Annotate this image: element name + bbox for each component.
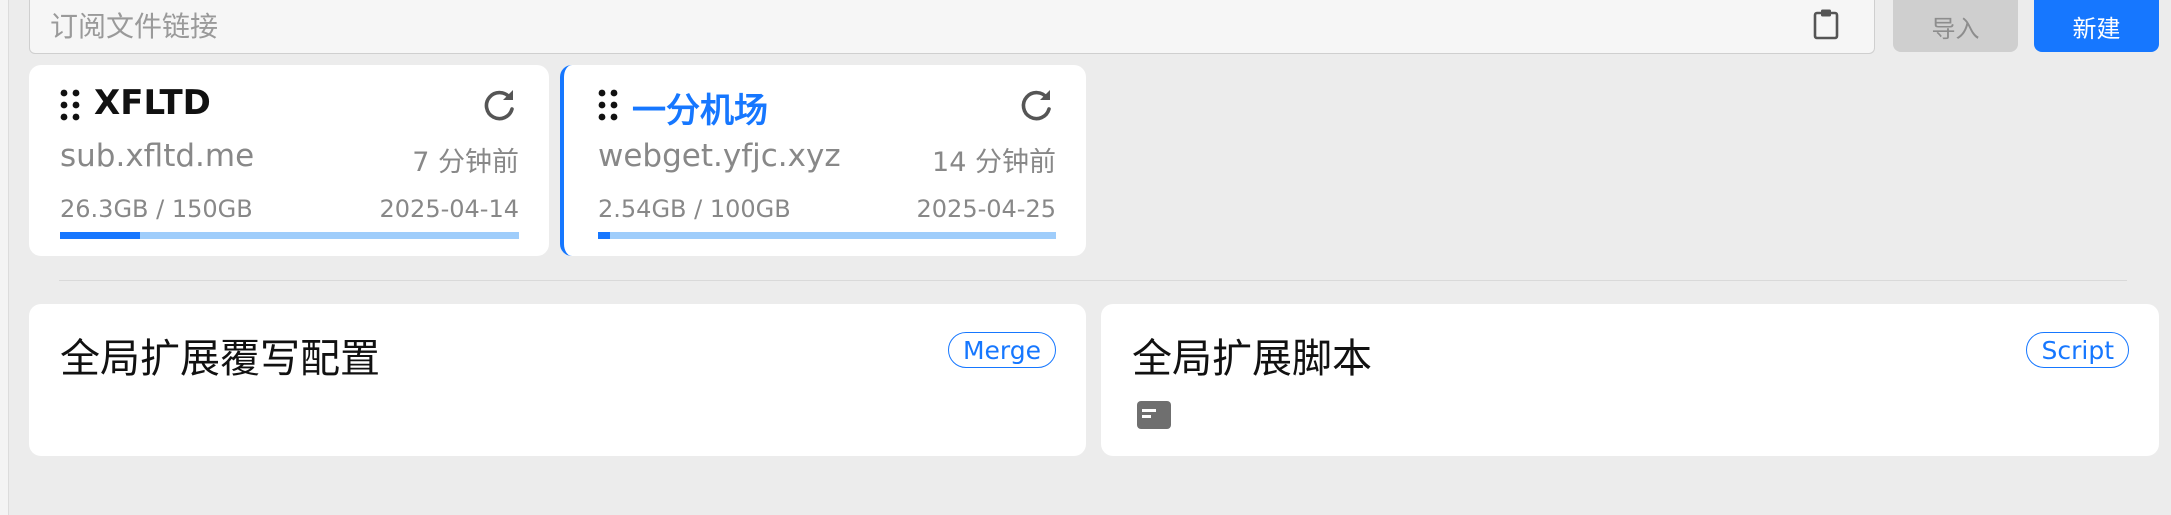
profile-card-xfltd[interactable]: XFLTD sub.xfltd.me 7 分钟前 26.3GB / 150GB … [29,65,549,256]
global-merge-card[interactable]: 全局扩展覆写配置 Merge [29,304,1086,456]
profile-expire-date: 2025-04-25 [916,195,1056,223]
usage-progress-fill [60,232,141,239]
usage-progress-bar [598,232,1056,239]
profile-updated-time: 14 分钟前 [932,147,1056,178]
profile-usage: 26.3GB / 150GB [60,195,253,223]
profile-name: XFLTD [94,83,211,123]
profile-host: webget.yfjc.xyz [598,138,841,174]
subscription-url-input[interactable] [48,0,1812,52]
usage-progress-fill [598,232,610,239]
global-merge-title: 全局扩展覆写配置 [60,336,380,382]
profile-usage: 2.54GB / 100GB [598,195,791,223]
subscription-url-field[interactable] [29,0,1875,54]
profile-name: 一分机场 [632,91,768,131]
script-badge: Script [2026,332,2129,368]
new-button[interactable]: 新建 [2034,0,2159,52]
drag-handle-icon[interactable] [598,89,618,121]
refresh-icon[interactable] [1016,85,1056,125]
window-left-edge [0,0,9,515]
terminal-icon[interactable] [1136,400,1172,430]
refresh-icon[interactable] [479,85,519,125]
global-script-card[interactable]: 全局扩展脚本 Script [1101,304,2159,456]
profile-card-yifen[interactable]: 一分机场 webget.yfjc.xyz 14 分钟前 2.54GB / 100… [560,65,1086,256]
import-button[interactable]: 导入 [1893,0,2018,52]
usage-progress-bar [60,232,519,239]
merge-badge: Merge [947,332,1056,368]
global-script-title: 全局扩展脚本 [1132,336,1372,382]
section-divider [59,280,2127,281]
profile-host: sub.xfltd.me [60,138,255,174]
profile-expire-date: 2025-04-14 [379,195,519,223]
clipboard-icon[interactable] [1806,4,1846,44]
profile-updated-time: 7 分钟前 [412,147,519,178]
drag-handle-icon[interactable] [60,89,80,121]
